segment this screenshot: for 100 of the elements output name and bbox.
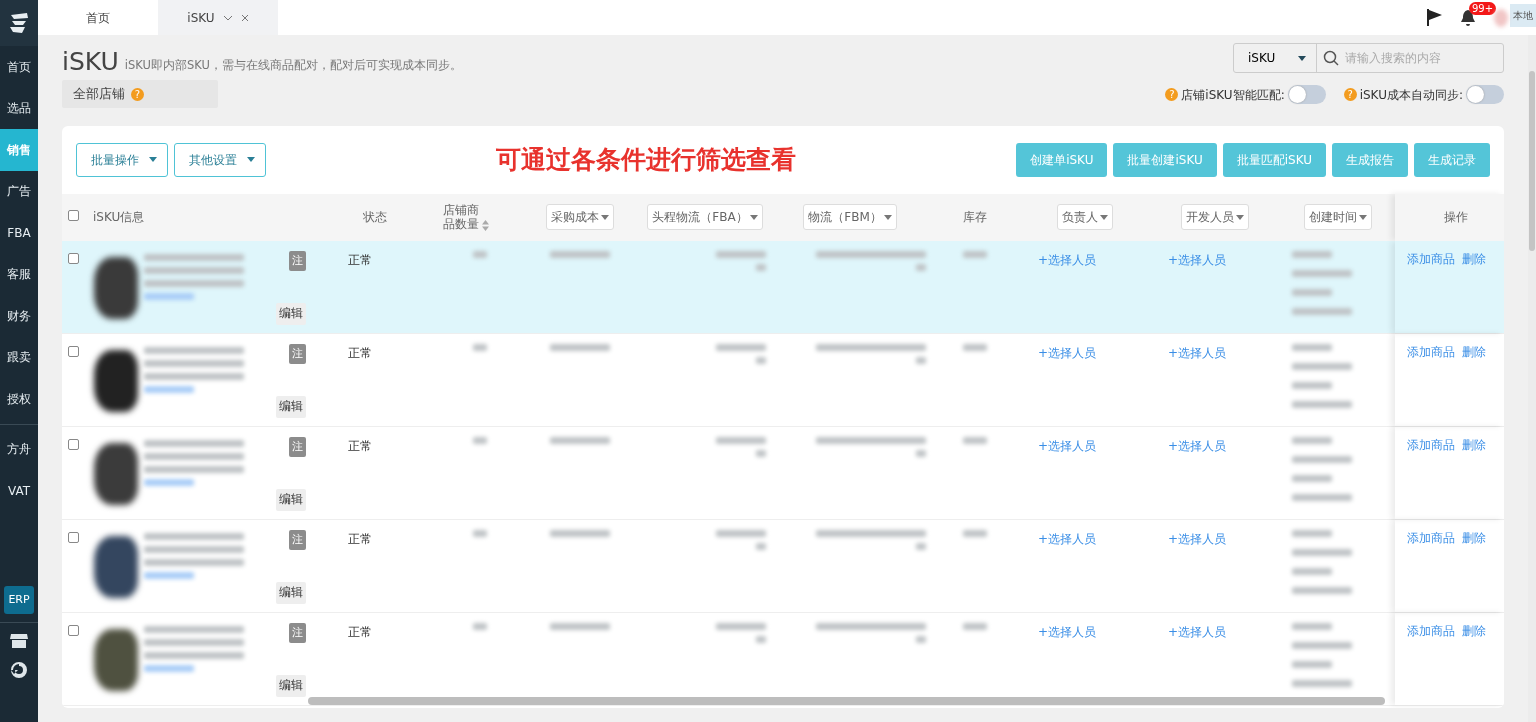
table-row[interactable]: 注 编辑 正常 +选择人员 +选择人员 添加商品 删除 — [62, 426, 1504, 520]
blurred-text — [550, 250, 610, 258]
store-filter[interactable]: 全部店铺 ? — [62, 80, 218, 108]
action-link[interactable]: 删除 — [1462, 529, 1486, 546]
blurred-text — [756, 356, 766, 364]
select-person-link[interactable]: +选择人员 — [1038, 531, 1097, 546]
select-person-link[interactable]: +选择人员 — [1038, 438, 1097, 453]
action-link[interactable]: 添加商品 — [1407, 343, 1455, 360]
table-row[interactable]: 注 编辑 正常 +选择人员 +选择人员 添加商品 删除 — [62, 240, 1504, 334]
row-checkbox[interactable] — [68, 345, 79, 357]
select-person-link[interactable]: +选择人员 — [1038, 345, 1097, 360]
sidebar-item[interactable]: 跟卖 — [0, 336, 38, 378]
blurred-text — [1292, 250, 1332, 258]
row-checkbox[interactable] — [68, 438, 79, 450]
blurred-text — [473, 529, 487, 537]
horizontal-scrollbar[interactable] — [308, 697, 1385, 705]
chevron-down-icon[interactable] — [222, 14, 233, 21]
caret-icon — [1100, 214, 1108, 220]
action-link[interactable]: 删除 — [1462, 250, 1486, 267]
action-link[interactable]: 删除 — [1462, 343, 1486, 360]
notification-count: 99+ — [1469, 2, 1497, 16]
sidebar-item[interactable]: 财务 — [0, 295, 38, 337]
column-filter[interactable]: 创建时间 — [1303, 204, 1372, 230]
user-avatar[interactable] — [1494, 8, 1508, 27]
blurred-text — [756, 635, 766, 643]
blurred-text — [1292, 586, 1352, 594]
note-tag: 注 — [289, 250, 306, 271]
column-header: 操作 — [1443, 209, 1468, 226]
action-link[interactable]: 添加商品 — [1407, 436, 1455, 453]
sidebar-item[interactable]: 客服 — [0, 253, 38, 295]
select-person-link[interactable]: +选择人员 — [1168, 531, 1227, 546]
blurred-text — [550, 622, 610, 630]
edit-button[interactable]: 编辑 — [276, 303, 306, 325]
blurred-text — [716, 622, 766, 630]
user-label: 本地 — [1510, 4, 1536, 27]
blurred-text — [1292, 269, 1352, 277]
action-link[interactable]: 添加商品 — [1407, 250, 1455, 267]
blurred-text — [916, 356, 926, 364]
refresh-icon[interactable] — [10, 661, 28, 679]
action-link[interactable]: 添加商品 — [1407, 529, 1455, 546]
toggle-switch[interactable] — [1287, 85, 1326, 104]
flag-icon[interactable] — [1426, 9, 1442, 26]
blurred-text — [1292, 679, 1352, 687]
column-filter[interactable]: 采购成本 — [546, 204, 614, 230]
page-tab[interactable]: iSKU — [158, 0, 278, 35]
select-person-link[interactable]: +选择人员 — [1168, 252, 1227, 267]
sidebar-item[interactable]: 选品 — [0, 87, 38, 129]
sidebar-item[interactable]: FBA — [0, 212, 38, 254]
scrollbar-thumb[interactable] — [1529, 71, 1535, 251]
select-person-link[interactable]: +选择人员 — [1168, 438, 1227, 453]
table-row[interactable]: 注 编辑 正常 +选择人员 +选择人员 添加商品 删除 — [62, 612, 1504, 706]
blurred-text — [550, 343, 610, 351]
row-checkbox[interactable] — [68, 252, 79, 264]
search-scope-dropdown[interactable]: iSKU — [1234, 44, 1317, 72]
blurred-text — [963, 436, 987, 444]
erp-button[interactable]: ERP — [4, 585, 34, 614]
sort-icon[interactable] — [482, 220, 489, 232]
column-filter[interactable]: 负责人 — [1057, 204, 1113, 230]
select-person-link[interactable]: +选择人员 — [1038, 252, 1097, 267]
select-person-link[interactable]: +选择人员 — [1168, 345, 1227, 360]
action-link[interactable]: 添加商品 — [1407, 622, 1455, 639]
sidebar-item[interactable]: 方舟 — [0, 428, 38, 470]
table-row[interactable]: 注 编辑 正常 +选择人员 +选择人员 添加商品 删除 — [62, 333, 1504, 427]
table-row[interactable]: 注 编辑 正常 +选择人员 +选择人员 添加商品 删除 — [62, 519, 1504, 613]
blurred-text — [1292, 362, 1352, 370]
column-header: 库存 — [963, 210, 987, 224]
sidebar-item[interactable]: VAT — [0, 470, 38, 512]
edit-button[interactable]: 编辑 — [276, 675, 306, 697]
sidebar-item[interactable]: 首页 — [0, 46, 38, 88]
column-filter[interactable]: 物流（FBM） — [803, 204, 897, 230]
sidebar-item[interactable]: 广告 — [0, 170, 38, 212]
column-filter[interactable]: 开发人员 — [1181, 204, 1249, 230]
caret-icon — [749, 214, 758, 220]
edit-button[interactable]: 编辑 — [276, 396, 306, 418]
blurred-text — [1292, 548, 1352, 556]
sidebar-item[interactable]: 授权 — [0, 378, 38, 420]
select-all-checkbox[interactable] — [68, 210, 79, 221]
dropdown-button[interactable]: 批量操作 — [76, 142, 168, 177]
blurred-text — [1292, 307, 1352, 315]
store-icon[interactable] — [10, 633, 28, 649]
column-filter[interactable]: 头程物流（FBA） — [647, 204, 763, 230]
dropdown-button[interactable]: 其他设置 — [174, 142, 266, 177]
photo-placeholder — [94, 256, 138, 319]
edit-button[interactable]: 编辑 — [276, 489, 306, 511]
toggle-switch[interactable] — [1466, 85, 1504, 104]
edit-button[interactable]: 编辑 — [276, 582, 306, 604]
search-field[interactable]: iSKU 请输入搜索的内容 — [1233, 43, 1504, 73]
blurred-text — [756, 449, 766, 457]
row-checkbox[interactable] — [68, 531, 79, 543]
vertical-scrollbar[interactable] — [1528, 35, 1536, 722]
select-person-link[interactable]: +选择人员 — [1168, 624, 1227, 639]
caret-icon — [149, 157, 157, 163]
status-text: 正常 — [348, 345, 372, 360]
action-link[interactable]: 删除 — [1462, 436, 1486, 453]
row-checkbox[interactable] — [68, 624, 79, 636]
action-link[interactable]: 删除 — [1462, 622, 1486, 639]
select-person-link[interactable]: +选择人员 — [1038, 624, 1097, 639]
blurred-text — [473, 343, 487, 351]
column-header: 状态 — [363, 210, 387, 224]
close-icon[interactable] — [240, 13, 249, 22]
